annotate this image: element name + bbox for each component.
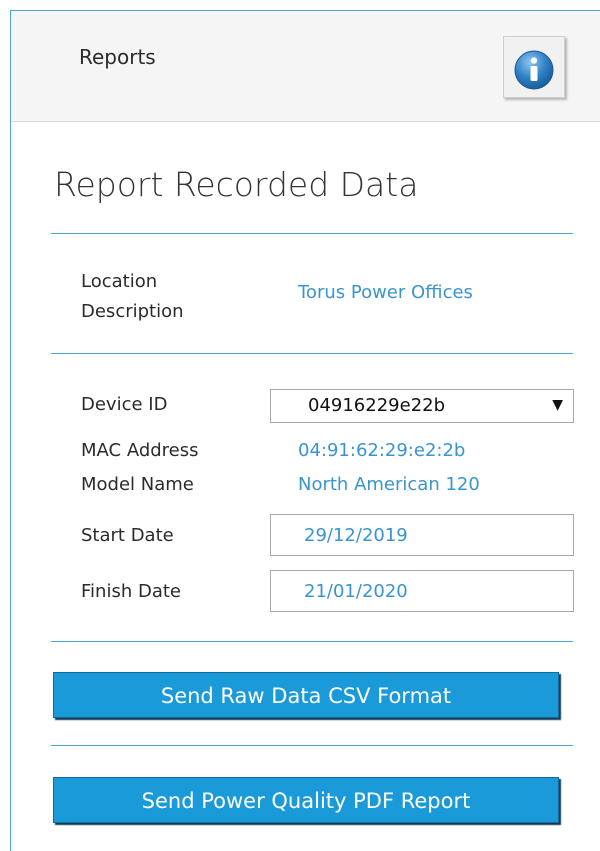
location-value: Torus Power Offices bbox=[298, 282, 473, 303]
info-button[interactable] bbox=[503, 36, 565, 98]
send-csv-button[interactable]: Send Raw Data CSV Format bbox=[53, 672, 559, 718]
divider bbox=[51, 353, 573, 354]
start-date-label: Start Date bbox=[81, 525, 174, 546]
finish-date-value: 21/01/2020 bbox=[304, 581, 408, 602]
reports-panel: Reports Report Recorded Data Location De… bbox=[10, 10, 600, 851]
start-date-field[interactable]: 29/12/2019 bbox=[270, 514, 574, 556]
dropdown-arrow-icon: ▼ bbox=[552, 397, 563, 413]
send-pdf-report-button[interactable]: Send Power Quality PDF Report bbox=[53, 777, 559, 823]
model-name-value: North American 120 bbox=[298, 474, 480, 495]
start-date-value: 29/12/2019 bbox=[304, 525, 408, 546]
info-icon bbox=[514, 50, 554, 90]
device-id-label: Device ID bbox=[81, 394, 168, 415]
header-title: Reports bbox=[79, 45, 156, 69]
finish-date-field[interactable]: 21/01/2020 bbox=[270, 570, 574, 612]
panel-header: Reports bbox=[11, 11, 600, 122]
divider bbox=[51, 641, 573, 642]
device-id-select[interactable]: 04916229e22b ▼ bbox=[270, 389, 574, 423]
mac-address-label: MAC Address bbox=[81, 440, 199, 461]
mac-address-value: 04:91:62:29:e2:2b bbox=[298, 440, 466, 461]
location-label-line2: Description bbox=[81, 301, 184, 322]
divider bbox=[51, 745, 573, 746]
device-id-value: 04916229e22b bbox=[308, 395, 446, 416]
location-label-line1: Location bbox=[81, 271, 158, 292]
location-label: Location Description bbox=[81, 267, 184, 327]
divider bbox=[51, 233, 573, 234]
finish-date-label: Finish Date bbox=[81, 581, 181, 602]
model-name-label: Model Name bbox=[81, 474, 194, 495]
page-title: Report Recorded Data bbox=[54, 165, 419, 204]
